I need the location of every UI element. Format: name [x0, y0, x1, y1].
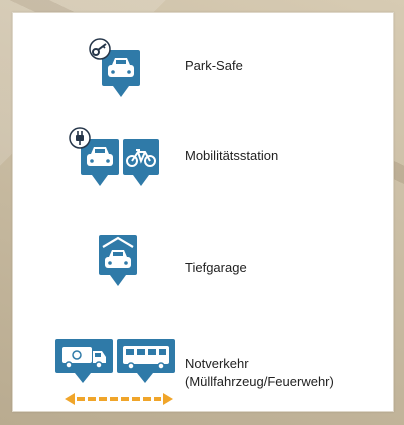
legend-label-tiefgarage: Tiefgarage: [185, 260, 247, 275]
legend-label-notverkehr: Notverkehr (Müllfahrzeug/Feuerwehr): [185, 356, 334, 389]
legend-item-mobilitaetsstation: Mobilitätsstation: [13, 123, 393, 198]
legend-label-mobilitaetsstation: Mobilitätsstation: [185, 148, 279, 163]
legend-label-park-safe: Park-Safe: [185, 58, 243, 73]
mobility-station-marker-icon: [69, 127, 159, 186]
legend-item-tiefgarage: Tiefgarage: [13, 225, 393, 295]
key-badge-icon: [89, 38, 111, 60]
map-legend: Park-Safe Mobilitätsstation Tiefgarage N…: [12, 12, 394, 412]
legend-item-notverkehr: Notverkehr (Müllfahrzeug/Feuerwehr): [13, 331, 393, 411]
park-safe-marker-icon: [89, 38, 140, 97]
plug-badge-icon: [69, 127, 91, 149]
legend-item-park-safe: Park-Safe: [13, 35, 393, 105]
double-arrow-icon: [65, 393, 173, 405]
underground-garage-marker-icon: [99, 235, 137, 286]
emergency-traffic-marker-icon: [55, 339, 175, 405]
